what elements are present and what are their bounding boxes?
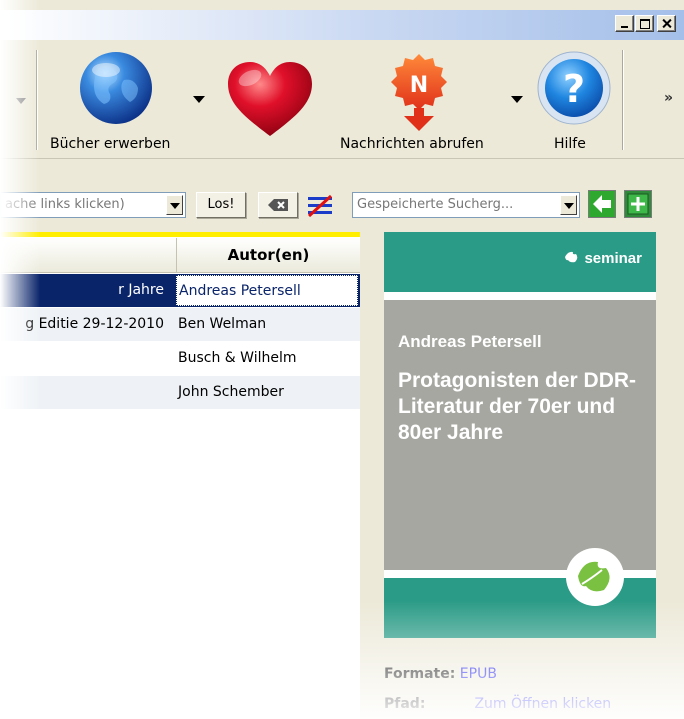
prev-dropdown-arrow[interactable] — [16, 98, 26, 104]
title-bar — [0, 10, 684, 40]
path-row: Pfad: Zum Öffnen klicken — [384, 696, 611, 712]
cover-title: Protagonisten der DDR-Literatur der 70er… — [398, 369, 637, 444]
cover-brand-text: seminar — [584, 250, 642, 267]
news-icon-letter: N — [410, 73, 428, 98]
close-button[interactable] — [657, 15, 676, 32]
cell-title: r Jahre — [118, 282, 164, 298]
toolbar-more-button[interactable]: » — [664, 90, 673, 106]
plus-icon — [627, 193, 649, 215]
help-label: Hilfe — [554, 136, 586, 152]
cell-author: Ben Welman — [178, 316, 267, 332]
formats-row: Formate: EPUB — [384, 666, 497, 682]
cell-author: Busch & Wilhelm — [178, 350, 297, 366]
column-header-authors[interactable]: Autor(en) — [176, 238, 360, 272]
leaf-icon — [565, 251, 578, 263]
table-row[interactable]: Busch & Wilhelm — [0, 342, 360, 375]
fetch-news-button[interactable]: N Nachrichten abrufen — [334, 46, 504, 154]
minimize-button[interactable] — [615, 15, 634, 32]
search-input[interactable]: ache links klicken) — [0, 192, 186, 218]
cell-author: Andreas Petersell — [176, 275, 358, 306]
save-search-button[interactable] — [624, 190, 652, 218]
cover-brand: seminar — [564, 250, 642, 267]
svg-text:?: ? — [563, 67, 585, 111]
fetch-news-label: Nachrichten abrufen — [340, 136, 484, 152]
clear-search-button[interactable] — [258, 192, 298, 218]
arrow-left-icon — [593, 195, 611, 213]
help-button[interactable]: ? Hilfe — [532, 46, 616, 154]
saved-searches-dropdown[interactable] — [560, 195, 577, 215]
formats-label: Formate: — [384, 666, 456, 682]
table-header: Autor(en) — [0, 238, 360, 273]
table-top-highlight — [0, 232, 360, 237]
globe-icon — [80, 52, 152, 124]
seminar-leaf-icon — [578, 561, 610, 592]
toolbar-separator — [36, 50, 38, 150]
buy-books-button[interactable]: Bücher erwerben — [44, 46, 190, 154]
window-controls — [615, 15, 676, 32]
saved-searches-select[interactable]: Gespeicherte Sucherg... — [352, 192, 580, 218]
search-go-button[interactable]: Los! — [196, 192, 246, 218]
buy-books-label: Bücher erwerben — [50, 136, 171, 152]
book-cover[interactable]: seminar Andreas Petersell Protagonisten … — [384, 232, 656, 638]
table-row[interactable]: g Editie 29-12-2010 Ben Welman — [0, 308, 360, 341]
highlight-toggle-icon[interactable] — [306, 194, 334, 218]
cell-author: John Schember — [178, 384, 284, 400]
table-row[interactable]: John Schember — [0, 376, 360, 409]
cover-author: Andreas Petersell — [398, 332, 542, 351]
fetch-news-dropdown-arrow[interactable] — [511, 96, 523, 103]
copy-search-button[interactable] — [588, 190, 616, 218]
search-input-text: ache links klicken) — [5, 197, 125, 212]
search-history-dropdown[interactable] — [166, 195, 183, 215]
table-row[interactable]: r Jahre Andreas Petersell — [0, 274, 360, 307]
calibre-window: Bücher erwerben N Nachrichten abrufen ? … — [0, 0, 684, 719]
news-icon: N — [391, 54, 447, 131]
heart-icon[interactable] — [226, 60, 314, 138]
search-bar: ache links klicken) Los! Gespeicherte Su… — [0, 182, 684, 232]
main-toolbar: Bücher erwerben N Nachrichten abrufen ? … — [0, 40, 684, 159]
saved-searches-text: Gespeicherte Sucherg... — [357, 197, 514, 212]
help-icon: ? — [537, 51, 611, 125]
path-link[interactable]: Zum Öffnen klicken — [474, 696, 611, 712]
buy-books-dropdown-arrow[interactable] — [193, 96, 205, 103]
cell-title: g Editie 29-12-2010 — [25, 316, 164, 332]
backspace-icon — [268, 199, 288, 211]
toolbar-separator — [622, 50, 624, 150]
cover-top-stripe — [384, 292, 656, 300]
path-label: Pfad: — [384, 696, 426, 712]
maximize-button[interactable] — [635, 15, 654, 32]
cover-logo — [566, 548, 624, 606]
formats-link[interactable]: EPUB — [460, 666, 497, 682]
